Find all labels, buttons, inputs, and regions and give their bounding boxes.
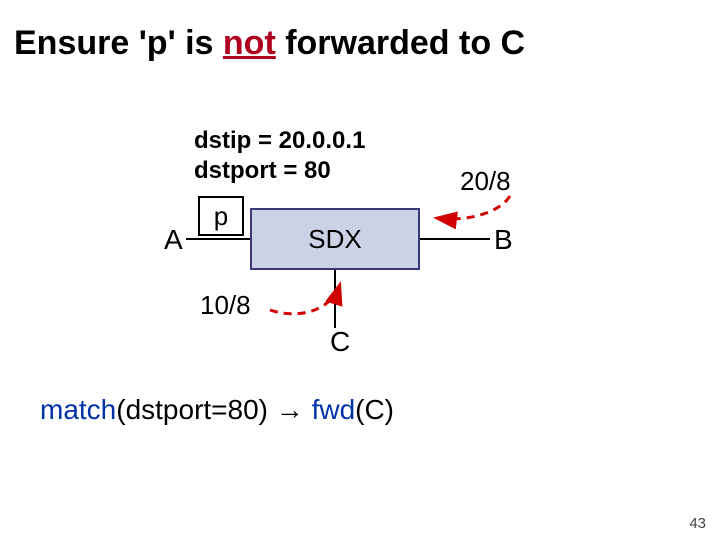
node-a-label: A <box>164 224 183 256</box>
title-post: forwarded to C <box>276 24 525 62</box>
prefix-label-c: 10/8 <box>200 290 251 321</box>
slide-number: 43 <box>689 515 706 532</box>
node-c-label: C <box>330 326 350 358</box>
rule-match-args: (dstport=80) <box>116 394 276 425</box>
forwarding-rule: match(dstport=80) → fwd(C) <box>40 394 394 426</box>
packet-dstport: dstport = 80 <box>194 156 365 186</box>
sdx-node: SDX <box>250 208 420 270</box>
edge-sdx-b <box>420 238 490 240</box>
edge-a-sdx <box>186 238 250 240</box>
title-pre: Ensure 'p' is <box>14 24 223 62</box>
packet-label: p <box>214 201 228 232</box>
rule-arrow: → <box>276 394 304 425</box>
packet-box: p <box>198 196 244 236</box>
forwarding-arrows <box>0 0 720 540</box>
rule-match-kw: match <box>40 394 116 425</box>
slide-title: Ensure 'p' is not forwarded to C <box>14 24 525 63</box>
prefix-label-b: 20/8 <box>460 166 511 197</box>
rule-fwd-args: (C) <box>355 394 394 425</box>
packet-header-info: dstip = 20.0.0.1 dstport = 80 <box>194 126 365 186</box>
title-not: not <box>223 24 276 62</box>
edge-sdx-c <box>334 270 336 328</box>
rule-fwd-kw: fwd <box>312 394 356 425</box>
arrow-b-to-sdx <box>436 196 510 219</box>
node-b-label: B <box>494 224 513 256</box>
packet-dstip: dstip = 20.0.0.1 <box>194 126 365 156</box>
rule-space <box>304 394 312 425</box>
sdx-label: SDX <box>308 224 361 255</box>
arrow-c-to-sdx <box>270 284 340 314</box>
